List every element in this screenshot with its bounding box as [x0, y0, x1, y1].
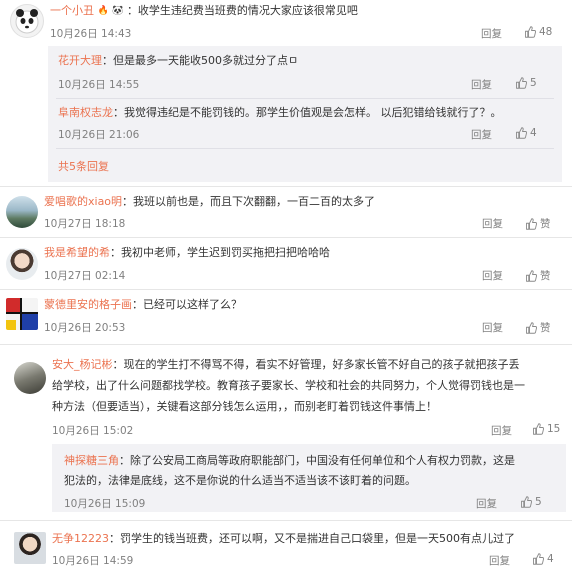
divider [0, 520, 572, 521]
like-button[interactable]: 5 [520, 496, 542, 508]
thumb-up-icon [525, 322, 537, 334]
comment-text: 安大_杨记彬：现在的学生打不得骂不得，看实不好管理，好多家长管不好自己的孩子就把… [52, 356, 520, 373]
reply-body: ：但是最多一天能收500多就过分了点ㅁ [102, 54, 299, 67]
user-name[interactable]: 神探糖三角 [64, 454, 119, 467]
like-button[interactable]: 5 [515, 77, 537, 89]
like-button[interactable]: 赞 [525, 320, 551, 335]
reply-button[interactable]: 回复 [491, 423, 512, 438]
reply-text: 花开大理：但是最多一天能收500多就过分了点ㅁ [58, 52, 298, 69]
reply-time: 10月26日 14:55 [58, 79, 140, 91]
comment-body: ：我初中老师，学生迟到罚买拖把扫把哈哈哈 [110, 246, 330, 259]
avatar[interactable] [6, 248, 38, 280]
user-name[interactable]: 安大_杨记彬 [52, 358, 113, 371]
comment-body: ：收学生违纪费当班费的情况大家应该很常见吧 [126, 4, 358, 17]
comment-text: 蒙德里安的格子画：已经可以这样了么？ [44, 296, 242, 313]
avatar[interactable] [6, 298, 38, 330]
user-name[interactable]: 爱唱歌的xiao明 [44, 195, 122, 208]
reply-body-line: 犯法的，法律是底线，这不是你说的什么适当不适当该不该盯着的问题。 [64, 474, 416, 487]
comment-body-line: 种方法（但要适当），关键看这部分钱怎么运用，，而别老盯着罚钱这件事情上！ [52, 400, 437, 413]
like-count: 4 [530, 127, 537, 139]
user-name[interactable]: 我是希望的希 [44, 246, 110, 259]
reply-text: 神探糖三角：除了公安局工商局等政府职能部门，中国没有任何单位和个人有权力罚款，这… [64, 452, 515, 469]
avatar[interactable] [6, 196, 38, 228]
panda-emoji-icon: 🐼 [112, 5, 124, 16]
like-button[interactable]: 48 [524, 26, 552, 38]
thumb-up-icon [532, 553, 544, 565]
reply-button[interactable]: 回复 [476, 496, 497, 511]
comment-body-line: 给学校，出了什么问题都找学校。教育孩子要家长、学校和社会的共同努力，个人觉得罚钱… [52, 379, 525, 392]
comment-text: 我是希望的希：我初中老师，学生迟到罚买拖把扫把哈哈哈 [44, 244, 330, 261]
comment-time: 10月27日 02:14 [44, 270, 126, 282]
fire-emoji-icon: 🔥 [97, 5, 109, 16]
reply-button[interactable]: 回复 [471, 127, 492, 142]
comment-text: 爱唱歌的xiao明：我班以前也是，而且下次翻翻，一百二百的太多了 [44, 193, 375, 210]
like-button[interactable]: 赞 [525, 268, 551, 283]
reply-button[interactable]: 回复 [489, 553, 510, 568]
divider [0, 289, 572, 290]
user-name[interactable]: 阜南权志龙 [58, 106, 113, 119]
like-button[interactable]: 4 [532, 553, 554, 565]
like-button[interactable]: 赞 [525, 216, 551, 231]
user-name[interactable]: 花开大理 [58, 54, 102, 67]
thumb-up-icon [532, 423, 544, 435]
comment-body: ：我班以前也是，而且下次翻翻，一百二百的太多了 [122, 195, 376, 208]
mondrian-avatar-icon [6, 298, 38, 330]
avatar[interactable] [10, 4, 44, 38]
comment-body: ：现在的学生打不得骂不得，看实不好管理，好多家长管不好自己的孩子就把孩子丢 [112, 358, 520, 371]
comment-text: 一个小丑 🔥 🐼 ：收学生违纪费当班费的情况大家应该很常见吧 [50, 2, 358, 20]
avatar[interactable] [14, 362, 46, 394]
reply-button[interactable]: 回复 [482, 320, 503, 335]
avatar[interactable] [14, 532, 46, 564]
thumb-up-icon [524, 26, 536, 38]
thumb-up-icon [525, 270, 537, 282]
panda-avatar-icon [15, 9, 39, 34]
thumb-up-icon [525, 218, 537, 230]
thumb-up-icon [515, 127, 527, 139]
comment-time: 10月26日 14:59 [52, 555, 134, 567]
like-button[interactable]: 4 [515, 127, 537, 139]
comment-time: 10月26日 20:53 [44, 322, 126, 334]
divider [0, 237, 572, 238]
reply-button[interactable]: 回复 [471, 77, 492, 92]
reply-body: ：我觉得违纪是不能罚钱的。那学生价值观是会怎样。 以后犯错给钱就行了？。 [113, 106, 502, 119]
comment-time: 10月27日 18:18 [44, 218, 126, 230]
comment-body: ：罚学生的钱当班费，还可以啊，又不是揣进自己口袋里，但是一天500有点儿过了 [109, 532, 515, 545]
reply-button[interactable]: 回复 [482, 216, 503, 231]
reply-text: 阜南权志龙：我觉得违纪是不能罚钱的。那学生价值观是会怎样。 以后犯错给钱就行了？… [58, 104, 502, 121]
like-count: 赞 [540, 322, 551, 334]
divider [56, 98, 554, 99]
comment-text: 无争12223：罚学生的钱当班费，还可以啊，又不是揣进自己口袋里，但是一天500… [52, 530, 515, 547]
comment-time: 10月26日 15:02 [52, 425, 134, 437]
user-name[interactable]: 无争12223 [52, 532, 109, 545]
reply-time: 10月26日 15:09 [64, 498, 146, 510]
like-count: 5 [530, 77, 537, 89]
like-count: 48 [539, 26, 553, 38]
reply-body: ：除了公安局工商局等政府职能部门，中国没有任何单位和个人有权力罚款，这是 [119, 454, 515, 467]
like-button[interactable]: 15 [532, 423, 560, 435]
reply-time: 10月26日 21:06 [58, 129, 140, 141]
like-count: 赞 [540, 270, 551, 282]
divider [56, 148, 554, 149]
comment-body: ：已经可以这样了么？ [132, 298, 242, 311]
user-name[interactable]: 一个小丑 [50, 4, 94, 17]
more-replies-link[interactable]: 共5条回复 [58, 158, 109, 174]
thumb-up-icon [520, 496, 532, 508]
like-count: 15 [547, 423, 561, 435]
like-count: 5 [535, 496, 542, 508]
thumb-up-icon [515, 77, 527, 89]
comment-time: 10月26日 14:43 [50, 28, 132, 40]
reply-button[interactable]: 回复 [481, 26, 502, 41]
like-count: 赞 [540, 218, 551, 230]
divider [0, 344, 572, 345]
user-name[interactable]: 蒙德里安的格子画 [44, 298, 132, 311]
reply-button[interactable]: 回复 [482, 268, 503, 283]
divider [0, 186, 572, 187]
like-count: 4 [547, 553, 554, 565]
